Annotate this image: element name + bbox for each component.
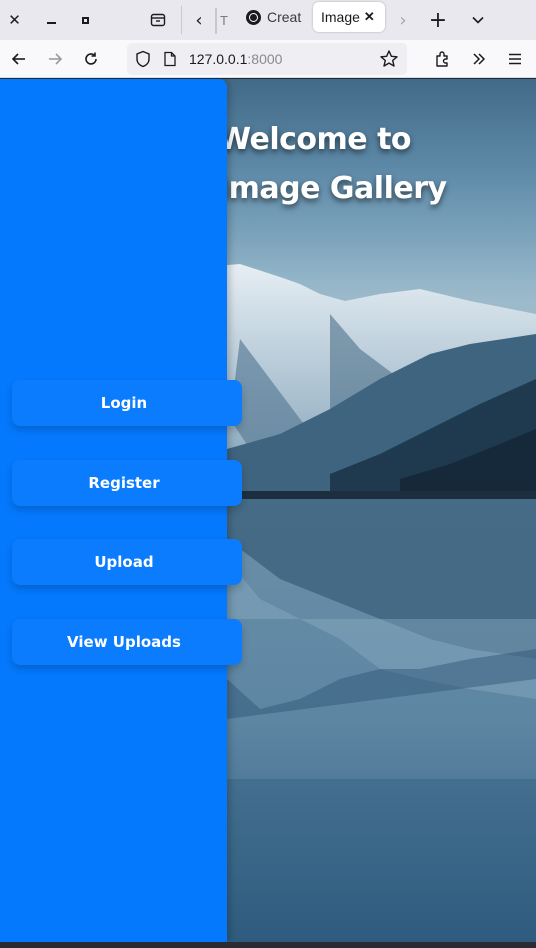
- view-uploads-label: View Uploads: [67, 633, 181, 651]
- forward-arrow-icon: [49, 53, 63, 65]
- maximize-icon: [81, 16, 89, 24]
- tab-strip: ✕ ‹ T Creat Image ✕ › +: [0, 0, 536, 40]
- back-arrow-icon: [11, 53, 25, 65]
- tab-image-gallery-label: Image: [321, 9, 360, 25]
- tab-create-label: Creat: [267, 9, 302, 25]
- upload-button[interactable]: Upload: [12, 539, 242, 585]
- overflow-menu-button[interactable]: [465, 45, 493, 73]
- reload-icon: [85, 52, 97, 65]
- bookmark-star-icon[interactable]: [379, 49, 399, 69]
- plus-icon: +: [428, 7, 448, 33]
- hero-title-line-2: Image Gallery: [218, 171, 447, 206]
- list-all-tabs-button[interactable]: [465, 6, 491, 34]
- hero-title: Welcome to Image Gallery: [218, 115, 536, 213]
- extensions-icon: [436, 51, 448, 67]
- navigation-bar: 127.0.0.1:8000: [0, 40, 536, 78]
- chevron-left-icon: ‹: [195, 9, 203, 31]
- new-tab-button[interactable]: +: [425, 6, 451, 34]
- app-menu-button[interactable]: [501, 45, 529, 73]
- tab-image-gallery[interactable]: Image ✕: [313, 2, 385, 32]
- hamburger-menu-icon: [509, 53, 521, 65]
- chevron-down-icon: [472, 16, 484, 24]
- close-tab-icon[interactable]: ✕: [364, 9, 375, 25]
- tab-create[interactable]: Creat: [240, 2, 304, 32]
- shield-icon[interactable]: [135, 50, 151, 68]
- tab-pinned-label: T: [220, 12, 228, 28]
- tab-pinned[interactable]: T: [212, 6, 234, 34]
- url-text[interactable]: 127.0.0.1:8000: [189, 50, 282, 68]
- register-label: Register: [88, 474, 160, 492]
- login-label: Login: [100, 394, 148, 412]
- reload-button[interactable]: [77, 45, 105, 73]
- tab-list-button[interactable]: [144, 6, 172, 34]
- page-icon[interactable]: [163, 51, 177, 67]
- url-port: :8000: [247, 51, 283, 67]
- back-button[interactable]: [5, 45, 33, 73]
- taskbar-edge: [0, 942, 536, 948]
- overflow-chevrons-icon: [473, 53, 486, 65]
- openai-icon: [246, 9, 261, 25]
- sidebar: Login Register Upload View Uploads: [0, 79, 242, 942]
- maximize-window-button[interactable]: [68, 6, 102, 34]
- extensions-button[interactable]: [429, 45, 457, 73]
- minimize-window-button[interactable]: [34, 6, 68, 34]
- tab-pinned-indicator: [215, 8, 217, 34]
- hero-title-line-1: Welcome to: [218, 122, 412, 157]
- tab-list-icon: [150, 13, 166, 27]
- address-bar[interactable]: 127.0.0.1:8000: [127, 43, 407, 75]
- forward-button[interactable]: [41, 45, 69, 73]
- url-host: 127.0.0.1: [189, 51, 248, 67]
- minimize-icon: [46, 22, 56, 24]
- register-button[interactable]: Register: [12, 460, 242, 506]
- tab-strip-divider: [181, 6, 182, 34]
- scroll-tabs-right-button[interactable]: ›: [390, 6, 416, 34]
- chevron-right-icon: ›: [399, 9, 407, 31]
- login-button[interactable]: Login: [12, 380, 242, 426]
- close-window-button[interactable]: ✕: [0, 6, 34, 34]
- upload-label: Upload: [94, 553, 154, 571]
- view-uploads-button[interactable]: View Uploads: [12, 619, 242, 665]
- close-icon: ✕: [8, 11, 21, 29]
- scroll-tabs-left-button[interactable]: ‹: [186, 6, 212, 34]
- page-viewport: Welcome to Image Gallery Login Register …: [0, 79, 536, 942]
